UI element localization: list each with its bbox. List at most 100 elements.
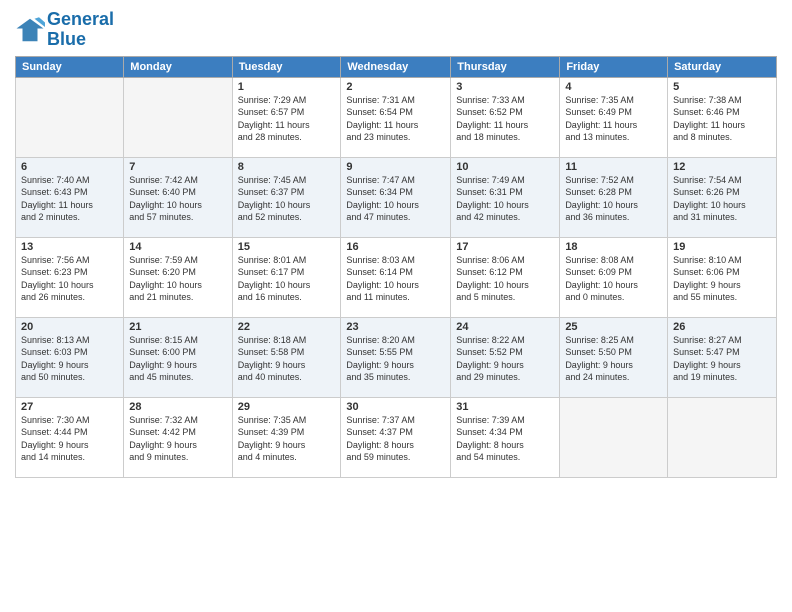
day-number: 13 (21, 241, 118, 253)
day-info: Sunrise: 7:47 AM Sunset: 6:34 PM Dayligh… (346, 174, 445, 224)
calendar-cell: 20Sunrise: 8:13 AM Sunset: 6:03 PM Dayli… (16, 317, 124, 397)
calendar-cell: 13Sunrise: 7:56 AM Sunset: 6:23 PM Dayli… (16, 237, 124, 317)
calendar-cell: 11Sunrise: 7:52 AM Sunset: 6:28 PM Dayli… (560, 157, 668, 237)
calendar-cell: 22Sunrise: 8:18 AM Sunset: 5:58 PM Dayli… (232, 317, 341, 397)
calendar-cell: 7Sunrise: 7:42 AM Sunset: 6:40 PM Daylig… (124, 157, 232, 237)
calendar-cell (16, 77, 124, 157)
calendar-cell (124, 77, 232, 157)
logo-icon (15, 15, 45, 45)
day-number: 7 (129, 161, 226, 173)
calendar-cell (560, 397, 668, 477)
weekday-header-thursday: Thursday (451, 56, 560, 77)
calendar-cell: 24Sunrise: 8:22 AM Sunset: 5:52 PM Dayli… (451, 317, 560, 397)
calendar-cell: 15Sunrise: 8:01 AM Sunset: 6:17 PM Dayli… (232, 237, 341, 317)
day-info: Sunrise: 7:45 AM Sunset: 6:37 PM Dayligh… (238, 174, 336, 224)
day-info: Sunrise: 7:49 AM Sunset: 6:31 PM Dayligh… (456, 174, 554, 224)
calendar-cell: 23Sunrise: 8:20 AM Sunset: 5:55 PM Dayli… (341, 317, 451, 397)
calendar-cell: 14Sunrise: 7:59 AM Sunset: 6:20 PM Dayli… (124, 237, 232, 317)
calendar-cell: 27Sunrise: 7:30 AM Sunset: 4:44 PM Dayli… (16, 397, 124, 477)
calendar-cell: 31Sunrise: 7:39 AM Sunset: 4:34 PM Dayli… (451, 397, 560, 477)
day-number: 21 (129, 321, 226, 333)
day-info: Sunrise: 7:52 AM Sunset: 6:28 PM Dayligh… (565, 174, 662, 224)
day-number: 20 (21, 321, 118, 333)
calendar-week-row: 27Sunrise: 7:30 AM Sunset: 4:44 PM Dayli… (16, 397, 777, 477)
day-number: 22 (238, 321, 336, 333)
day-number: 12 (673, 161, 771, 173)
day-number: 25 (565, 321, 662, 333)
day-info: Sunrise: 7:38 AM Sunset: 6:46 PM Dayligh… (673, 94, 771, 144)
calendar-cell: 10Sunrise: 7:49 AM Sunset: 6:31 PM Dayli… (451, 157, 560, 237)
calendar-cell: 2Sunrise: 7:31 AM Sunset: 6:54 PM Daylig… (341, 77, 451, 157)
day-number: 16 (346, 241, 445, 253)
day-number: 29 (238, 401, 336, 413)
header: General Blue (15, 10, 777, 50)
day-info: Sunrise: 8:25 AM Sunset: 5:50 PM Dayligh… (565, 334, 662, 384)
calendar-cell: 5Sunrise: 7:38 AM Sunset: 6:46 PM Daylig… (668, 77, 777, 157)
day-number: 27 (21, 401, 118, 413)
day-number: 5 (673, 81, 771, 93)
logo-text: General Blue (47, 10, 114, 50)
weekday-header-friday: Friday (560, 56, 668, 77)
day-info: Sunrise: 8:18 AM Sunset: 5:58 PM Dayligh… (238, 334, 336, 384)
weekday-header-saturday: Saturday (668, 56, 777, 77)
day-number: 10 (456, 161, 554, 173)
calendar-cell: 21Sunrise: 8:15 AM Sunset: 6:00 PM Dayli… (124, 317, 232, 397)
calendar-cell: 26Sunrise: 8:27 AM Sunset: 5:47 PM Dayli… (668, 317, 777, 397)
day-info: Sunrise: 8:03 AM Sunset: 6:14 PM Dayligh… (346, 254, 445, 304)
day-number: 15 (238, 241, 336, 253)
day-info: Sunrise: 8:10 AM Sunset: 6:06 PM Dayligh… (673, 254, 771, 304)
day-info: Sunrise: 7:40 AM Sunset: 6:43 PM Dayligh… (21, 174, 118, 224)
day-number: 9 (346, 161, 445, 173)
day-info: Sunrise: 7:35 AM Sunset: 4:39 PM Dayligh… (238, 414, 336, 464)
calendar-cell: 1Sunrise: 7:29 AM Sunset: 6:57 PM Daylig… (232, 77, 341, 157)
calendar-cell: 3Sunrise: 7:33 AM Sunset: 6:52 PM Daylig… (451, 77, 560, 157)
day-info: Sunrise: 8:01 AM Sunset: 6:17 PM Dayligh… (238, 254, 336, 304)
calendar-week-row: 13Sunrise: 7:56 AM Sunset: 6:23 PM Dayli… (16, 237, 777, 317)
weekday-header-row: SundayMondayTuesdayWednesdayThursdayFrid… (16, 56, 777, 77)
calendar-cell: 28Sunrise: 7:32 AM Sunset: 4:42 PM Dayli… (124, 397, 232, 477)
calendar-cell: 30Sunrise: 7:37 AM Sunset: 4:37 PM Dayli… (341, 397, 451, 477)
day-info: Sunrise: 7:35 AM Sunset: 6:49 PM Dayligh… (565, 94, 662, 144)
calendar-week-row: 20Sunrise: 8:13 AM Sunset: 6:03 PM Dayli… (16, 317, 777, 397)
day-number: 11 (565, 161, 662, 173)
day-info: Sunrise: 7:37 AM Sunset: 4:37 PM Dayligh… (346, 414, 445, 464)
calendar-cell: 17Sunrise: 8:06 AM Sunset: 6:12 PM Dayli… (451, 237, 560, 317)
day-number: 18 (565, 241, 662, 253)
day-info: Sunrise: 8:15 AM Sunset: 6:00 PM Dayligh… (129, 334, 226, 384)
day-number: 26 (673, 321, 771, 333)
calendar-cell: 16Sunrise: 8:03 AM Sunset: 6:14 PM Dayli… (341, 237, 451, 317)
day-info: Sunrise: 7:56 AM Sunset: 6:23 PM Dayligh… (21, 254, 118, 304)
day-info: Sunrise: 8:20 AM Sunset: 5:55 PM Dayligh… (346, 334, 445, 384)
day-info: Sunrise: 7:30 AM Sunset: 4:44 PM Dayligh… (21, 414, 118, 464)
calendar-cell (668, 397, 777, 477)
day-number: 2 (346, 81, 445, 93)
day-number: 14 (129, 241, 226, 253)
day-number: 3 (456, 81, 554, 93)
calendar-cell: 18Sunrise: 8:08 AM Sunset: 6:09 PM Dayli… (560, 237, 668, 317)
calendar-week-row: 1Sunrise: 7:29 AM Sunset: 6:57 PM Daylig… (16, 77, 777, 157)
logo: General Blue (15, 10, 114, 50)
day-number: 23 (346, 321, 445, 333)
calendar-cell: 25Sunrise: 8:25 AM Sunset: 5:50 PM Dayli… (560, 317, 668, 397)
day-number: 31 (456, 401, 554, 413)
day-info: Sunrise: 7:39 AM Sunset: 4:34 PM Dayligh… (456, 414, 554, 464)
day-number: 30 (346, 401, 445, 413)
day-number: 19 (673, 241, 771, 253)
weekday-header-sunday: Sunday (16, 56, 124, 77)
day-info: Sunrise: 8:22 AM Sunset: 5:52 PM Dayligh… (456, 334, 554, 384)
day-info: Sunrise: 7:59 AM Sunset: 6:20 PM Dayligh… (129, 254, 226, 304)
day-info: Sunrise: 7:33 AM Sunset: 6:52 PM Dayligh… (456, 94, 554, 144)
day-info: Sunrise: 8:27 AM Sunset: 5:47 PM Dayligh… (673, 334, 771, 384)
day-number: 1 (238, 81, 336, 93)
day-number: 28 (129, 401, 226, 413)
calendar-cell: 19Sunrise: 8:10 AM Sunset: 6:06 PM Dayli… (668, 237, 777, 317)
day-number: 8 (238, 161, 336, 173)
day-number: 4 (565, 81, 662, 93)
day-number: 17 (456, 241, 554, 253)
calendar-cell: 8Sunrise: 7:45 AM Sunset: 6:37 PM Daylig… (232, 157, 341, 237)
day-info: Sunrise: 7:32 AM Sunset: 4:42 PM Dayligh… (129, 414, 226, 464)
calendar-cell: 12Sunrise: 7:54 AM Sunset: 6:26 PM Dayli… (668, 157, 777, 237)
day-info: Sunrise: 7:54 AM Sunset: 6:26 PM Dayligh… (673, 174, 771, 224)
day-info: Sunrise: 7:42 AM Sunset: 6:40 PM Dayligh… (129, 174, 226, 224)
calendar-cell: 4Sunrise: 7:35 AM Sunset: 6:49 PM Daylig… (560, 77, 668, 157)
